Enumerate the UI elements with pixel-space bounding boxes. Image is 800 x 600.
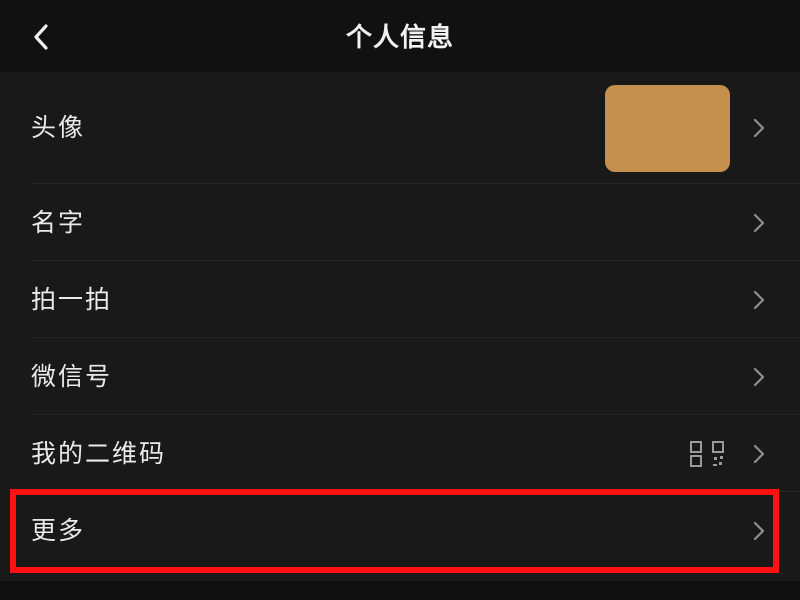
list-item-wechat-id[interactable]: 微信号 [0,338,800,415]
list-item-label: 更多 [31,515,86,545]
list-item-name[interactable]: 名字 [0,184,800,261]
chevron-right-icon [753,444,765,463]
chevron-right-icon [753,367,765,386]
bottom-strip [0,581,800,600]
list-item-more[interactable]: 更多 [0,492,800,569]
list-item-label: 名字 [31,207,86,237]
qr-code-icon [690,440,724,467]
list-item-qr-code[interactable]: 我的二维码 [0,415,800,492]
chevron-right-icon [753,213,765,232]
profile-info-list: 头像 名字 拍一拍 微信号 我的二维码 更多 [0,72,800,581]
chevron-right-icon [753,290,765,309]
list-item-label: 我的二维码 [31,438,167,468]
page-title: 个人信息 [345,23,454,53]
list-item-label: 微信号 [31,361,113,391]
chevron-right-icon [753,118,765,138]
avatar [605,85,730,172]
list-item-avatar[interactable]: 头像 [0,72,800,184]
list-item-pat[interactable]: 拍一拍 [0,261,800,338]
top-app-bar: 个人信息 [0,0,800,73]
chevron-right-icon [753,521,765,540]
list-item-label: 头像 [31,113,86,142]
list-item-label: 拍一拍 [31,284,113,314]
